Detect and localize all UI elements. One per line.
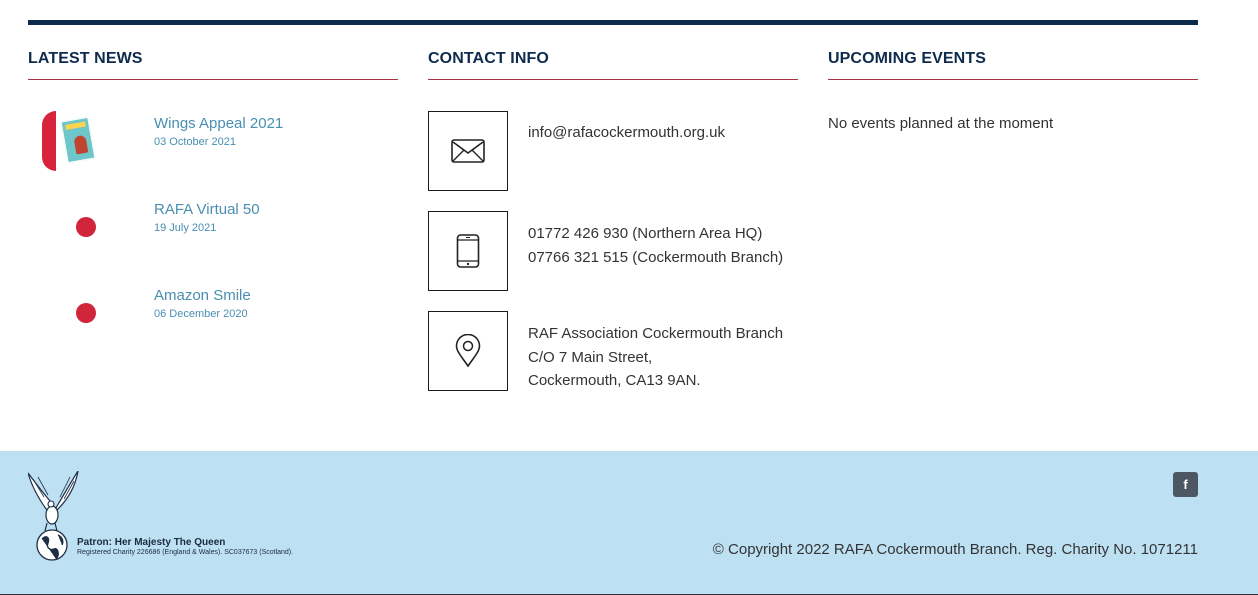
- upcoming-events-rule: [828, 79, 1198, 80]
- email-link[interactable]: info@rafacockermouth.org.uk: [528, 121, 725, 145]
- phone-number-branch: 07766 321 515 (Cockermouth Branch): [528, 248, 784, 266]
- news-title-link[interactable]: Amazon Smile: [154, 287, 251, 305]
- top-divider: [28, 20, 1198, 25]
- contact-info-heading: CONTACT INFO: [428, 50, 549, 67]
- news-date: 19 July 2021: [154, 222, 217, 234]
- copyright-text: © Copyright 2022 RAFA Cockermouth Branch…: [712, 541, 1198, 558]
- news-list: Wings Appeal 2021 03 October 2021 RAFA V…: [28, 111, 398, 369]
- registered-charity-text: Registered Charity 226686 (England & Wal…: [77, 549, 294, 556]
- contact-info-rule: [428, 79, 798, 80]
- envelope-icon-box: [428, 111, 508, 191]
- patron-text: Patron: Her Majesty The Queen: [77, 537, 226, 548]
- contact-phone: 01772 426 930 (Northern Area HQ) 07766 3…: [428, 211, 798, 311]
- contact-address: RAF Association Cockermouth Branch C/O 7…: [428, 311, 798, 411]
- site-footer: Patron: Her Majesty The Queen Registered…: [0, 451, 1258, 594]
- news-item-amazon-smile: Amazon Smile 06 December 2020: [28, 283, 398, 369]
- rafa-logo[interactable]: Patron: Her Majesty The Queen Registered…: [28, 471, 328, 563]
- latest-news-section: LATEST NEWS Wings Appeal 2021 03 October…: [28, 48, 398, 333]
- mobile-phone-icon: [456, 234, 480, 268]
- contact-list: info@rafacockermouth.org.uk 01772 426 93…: [428, 111, 798, 411]
- latest-news-heading: LATEST NEWS: [28, 50, 143, 67]
- map-pin-icon: [455, 334, 481, 368]
- upcoming-events-section: UPCOMING EVENTS No events planned at the…: [828, 48, 1198, 132]
- news-date: 03 October 2021: [154, 136, 236, 148]
- address-line: Cockermouth, CA13 9AN.: [528, 372, 701, 389]
- news-item-wings-appeal: Wings Appeal 2021 03 October 2021: [28, 111, 398, 197]
- upcoming-events-heading: UPCOMING EVENTS: [828, 50, 986, 67]
- facebook-icon[interactable]: f: [1173, 472, 1198, 497]
- news-item-rafa-virtual-50: RAFA Virtual 50 19 July 2021: [28, 197, 398, 283]
- address-line: C/O 7 Main Street,: [528, 348, 653, 366]
- latest-news-rule: [28, 79, 398, 80]
- news-title-link[interactable]: RAFA Virtual 50: [154, 201, 260, 219]
- envelope-icon: [451, 139, 485, 163]
- eagle-globe-logo-icon: [28, 471, 79, 561]
- news-title-link[interactable]: Wings Appeal 2021: [154, 115, 283, 133]
- news-date: 06 December 2020: [154, 308, 248, 320]
- map-pin-icon-box: [428, 311, 508, 391]
- contact-email: info@rafacockermouth.org.uk: [428, 111, 798, 211]
- mobile-phone-icon-box: [428, 211, 508, 291]
- no-events-message: No events planned at the moment: [828, 115, 1054, 132]
- phone-number-hq: 01772 426 930 (Northern Area HQ): [528, 225, 763, 242]
- address-line: RAF Association Cockermouth Branch: [528, 325, 784, 342]
- contact-info-section: CONTACT INFO info@rafacockermouth.org.uk: [428, 48, 798, 391]
